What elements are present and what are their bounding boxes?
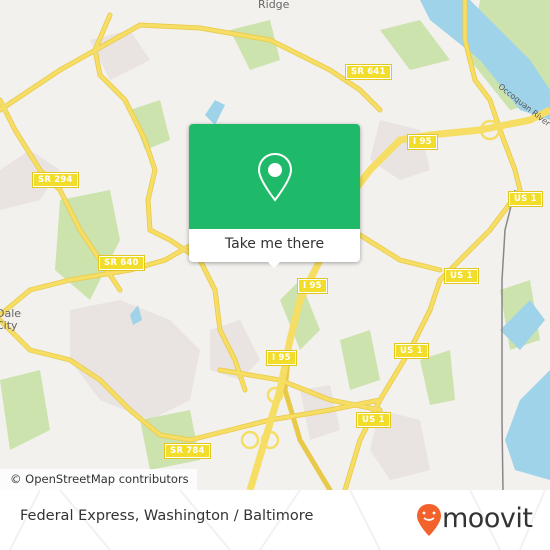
take-me-there-button[interactable]: Take me there — [189, 229, 360, 262]
moovit-logo[interactable]: moovit — [442, 503, 533, 534]
road-shield-us-1: US 1 — [356, 412, 391, 428]
road-shield-us-1: US 1 — [444, 268, 479, 284]
road-shield-us-1: US 1 — [508, 191, 543, 207]
popup-pointer — [266, 260, 282, 268]
destination-popup[interactable]: Take me there — [189, 124, 360, 268]
place-label-ridge: Ridge — [258, 0, 290, 11]
road-shield-us-1: US 1 — [394, 343, 429, 359]
location-title: Federal Express, Washington / Baltimore — [20, 508, 314, 524]
road-shield-sr-640: SR 640 — [98, 255, 145, 271]
moovit-pin-icon — [417, 504, 441, 536]
footer: Federal Express, Washington / Baltimore … — [0, 490, 550, 550]
map[interactable]: Ridge Dale City Occoquan River SR 641 SR… — [0, 0, 550, 490]
road-shield-sr-641: SR 641 — [345, 64, 392, 80]
road-shield-i-95: I 95 — [297, 278, 328, 294]
map-attribution[interactable]: © OpenStreetMap contributors — [0, 469, 197, 490]
road-shield-sr-294: SR 294 — [32, 172, 79, 188]
road-shield-i-95: I 95 — [407, 134, 438, 150]
road-shield-i-95: I 95 — [266, 350, 297, 366]
road-shield-sr-784: SR 784 — [164, 443, 211, 459]
place-label-dale-city: Dale City — [0, 307, 22, 332]
location-pin-icon — [257, 152, 293, 202]
popup-header — [189, 124, 360, 229]
